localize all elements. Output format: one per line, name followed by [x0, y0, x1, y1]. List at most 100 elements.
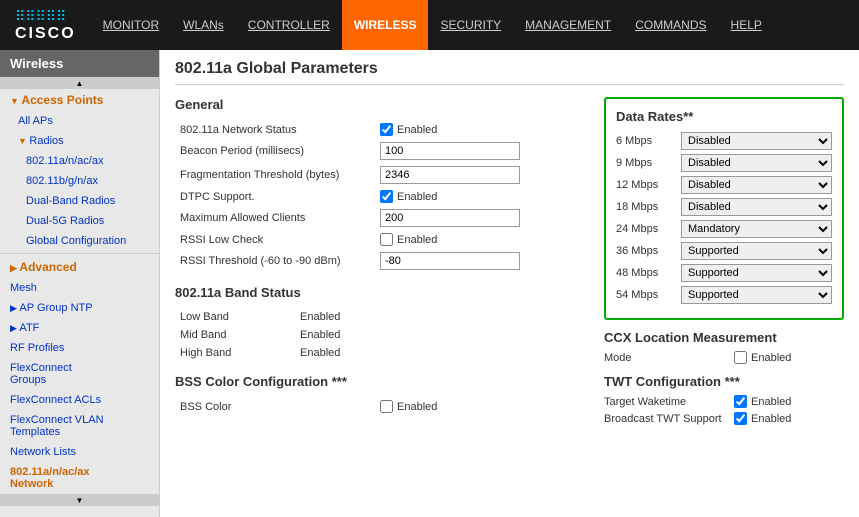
dtpc-checkbox-label: Enabled — [380, 190, 584, 203]
rate-36mbps: 36 Mbps DisabledMandatorySupported — [616, 242, 832, 260]
sidebar-item-radios[interactable]: Radios — [0, 131, 159, 151]
sidebar-item-mesh[interactable]: Mesh — [0, 278, 159, 298]
rssi-low-check-label: Enabled — [380, 233, 584, 246]
rate-54mbps-label: 54 Mbps — [616, 289, 676, 301]
sidebar-divider-1 — [0, 253, 159, 254]
rate-54mbps: 54 Mbps DisabledMandatorySupported — [616, 286, 832, 304]
sidebar-item-global-config[interactable]: Global Configuration — [0, 231, 159, 251]
bss-color-checkbox[interactable] — [380, 400, 393, 413]
network-status-checkbox[interactable] — [380, 123, 393, 136]
sidebar: Wireless ▲ Access Points All APs Radios … — [0, 50, 160, 517]
field-bss-color-label: BSS Color — [175, 397, 375, 416]
twt-broadcast-checkbox-label: Enabled — [734, 412, 791, 425]
field-dtpc: DTPC Support. Enabled — [175, 187, 589, 206]
nav-help[interactable]: HELP — [719, 0, 774, 50]
sidebar-item-80211a[interactable]: 802.11a/n/ac/ax — [0, 151, 159, 171]
twt-target-row: Target Waketime Enabled — [604, 395, 844, 408]
ccx-section: CCX Location Measurement Mode Enabled — [604, 330, 844, 364]
field-max-clients: Maximum Allowed Clients — [175, 206, 589, 230]
cisco-name: CISCO — [15, 25, 76, 42]
rate-18mbps: 18 Mbps DisabledMandatorySupported — [616, 198, 832, 216]
sidebar-item-80211a-network[interactable]: 802.11a/n/ac/axNetwork — [0, 462, 159, 494]
sidebar-item-all-aps[interactable]: All APs — [0, 111, 159, 131]
nav-controller[interactable]: CONTROLLER — [236, 0, 342, 50]
sidebar-scroll-down[interactable]: ▼ — [0, 494, 159, 506]
field-rssi-low-check-label: RSSI Low Check — [175, 230, 375, 249]
ccx-title: CCX Location Measurement — [604, 330, 844, 345]
rssi-low-check-text: Enabled — [397, 234, 437, 246]
rate-36mbps-label: 36 Mbps — [616, 245, 676, 257]
band-mid-status: Enabled — [295, 326, 589, 344]
right-panel: Data Rates** 6 Mbps DisabledMandatorySup… — [604, 97, 844, 429]
rate-24mbps-select[interactable]: DisabledMandatorySupported — [681, 220, 832, 238]
nav-management[interactable]: MANAGEMENT — [513, 0, 623, 50]
max-clients-input[interactable] — [380, 209, 520, 227]
rate-18mbps-select[interactable]: DisabledMandatorySupported — [681, 198, 832, 216]
bss-color-form: BSS Color Enabled — [175, 397, 589, 416]
band-low-label: Low Band — [175, 308, 295, 326]
bss-color-title: BSS Color Configuration *** — [175, 374, 589, 389]
cisco-logo: ⠿⠿⠿⠿⠿ CISCO — [0, 0, 91, 50]
rate-54mbps-select[interactable]: DisabledMandatorySupported — [681, 286, 832, 304]
cisco-dots: ⠿⠿⠿⠿⠿ — [15, 8, 76, 25]
nav-commands[interactable]: COMMANDS — [623, 0, 718, 50]
sidebar-scroll-up[interactable]: ▲ — [0, 77, 159, 89]
sidebar-item-access-points[interactable]: Access Points — [0, 89, 159, 111]
twt-broadcast-checkbox[interactable] — [734, 412, 747, 425]
rate-24mbps-label: 24 Mbps — [616, 223, 676, 235]
main-content: 802.11a Global Parameters General 802.11… — [160, 50, 859, 517]
rate-48mbps-select[interactable]: DisabledMandatorySupported — [681, 264, 832, 282]
twt-title: TWT Configuration *** — [604, 374, 844, 389]
main-nav: MONITOR WLANs CONTROLLER WIRELESS SECURI… — [91, 0, 859, 50]
ccx-mode-checkbox-label: Enabled — [734, 351, 791, 364]
beacon-period-input[interactable] — [380, 142, 520, 160]
rate-12mbps-select[interactable]: DisabledMandatorySupported — [681, 176, 832, 194]
sidebar-section: Access Points All APs Radios 802.11a/n/a… — [0, 89, 159, 494]
sidebar-item-advanced[interactable]: Advanced — [0, 256, 159, 278]
general-section-title: General — [175, 97, 589, 112]
data-rates-panel: Data Rates** 6 Mbps DisabledMandatorySup… — [604, 97, 844, 320]
ccx-mode-text: Enabled — [751, 352, 791, 364]
band-status-table: Low Band Enabled Mid Band Enabled High B… — [175, 308, 589, 362]
rssi-low-check-checkbox[interactable] — [380, 233, 393, 246]
nav-monitor[interactable]: MONITOR — [91, 0, 171, 50]
rate-6mbps-label: 6 Mbps — [616, 135, 676, 147]
rate-48mbps-label: 48 Mbps — [616, 267, 676, 279]
rate-36mbps-select[interactable]: DisabledMandatorySupported — [681, 242, 832, 260]
twt-target-label: Target Waketime — [604, 396, 734, 408]
dtpc-checkbox[interactable] — [380, 190, 393, 203]
fragmentation-input[interactable] — [380, 166, 520, 184]
nav-security[interactable]: SECURITY — [428, 0, 513, 50]
rate-12mbps-label: 12 Mbps — [616, 179, 676, 191]
sidebar-item-dualband[interactable]: Dual-Band Radios — [0, 191, 159, 211]
rate-6mbps-select[interactable]: DisabledMandatorySupported — [681, 132, 832, 150]
sidebar-item-flexconnect-vlan[interactable]: FlexConnect VLANTemplates — [0, 410, 159, 442]
field-rssi-threshold: RSSI Threshold (-60 to -90 dBm) — [175, 249, 589, 273]
rate-18mbps-label: 18 Mbps — [616, 201, 676, 213]
sidebar-item-80211b[interactable]: 802.11b/g/n/ax — [0, 171, 159, 191]
field-fragmentation-label: Fragmentation Threshold (bytes) — [175, 163, 375, 187]
rate-9mbps-label: 9 Mbps — [616, 157, 676, 169]
band-mid: Mid Band Enabled — [175, 326, 589, 344]
sidebar-item-network-lists[interactable]: Network Lists — [0, 442, 159, 462]
twt-target-checkbox[interactable] — [734, 395, 747, 408]
sidebar-item-dual5g[interactable]: Dual-5G Radios — [0, 211, 159, 231]
band-low-status: Enabled — [295, 308, 589, 326]
sidebar-item-rf-profiles[interactable]: RF Profiles — [0, 338, 159, 358]
rate-12mbps: 12 Mbps DisabledMandatorySupported — [616, 176, 832, 194]
nav-wlans[interactable]: WLANs — [171, 0, 236, 50]
rate-9mbps-select[interactable]: DisabledMandatorySupported — [681, 154, 832, 172]
field-rssi-low-check: RSSI Low Check Enabled — [175, 230, 589, 249]
rssi-threshold-input[interactable] — [380, 252, 520, 270]
sidebar-item-atf[interactable]: ATF — [0, 318, 159, 338]
bss-color-text: Enabled — [397, 401, 437, 413]
sidebar-item-flexconnect-acls[interactable]: FlexConnect ACLs — [0, 390, 159, 410]
ccx-mode-checkbox[interactable] — [734, 351, 747, 364]
twt-target-text: Enabled — [751, 396, 791, 408]
sidebar-item-flexconnect-groups[interactable]: FlexConnectGroups — [0, 358, 159, 390]
sidebar-item-ap-group-ntp[interactable]: AP Group NTP — [0, 298, 159, 318]
nav-wireless[interactable]: WIRELESS — [342, 0, 429, 50]
rate-9mbps: 9 Mbps DisabledMandatorySupported — [616, 154, 832, 172]
field-rssi-threshold-label: RSSI Threshold (-60 to -90 dBm) — [175, 249, 375, 273]
twt-broadcast-row: Broadcast TWT Support Enabled — [604, 412, 844, 425]
